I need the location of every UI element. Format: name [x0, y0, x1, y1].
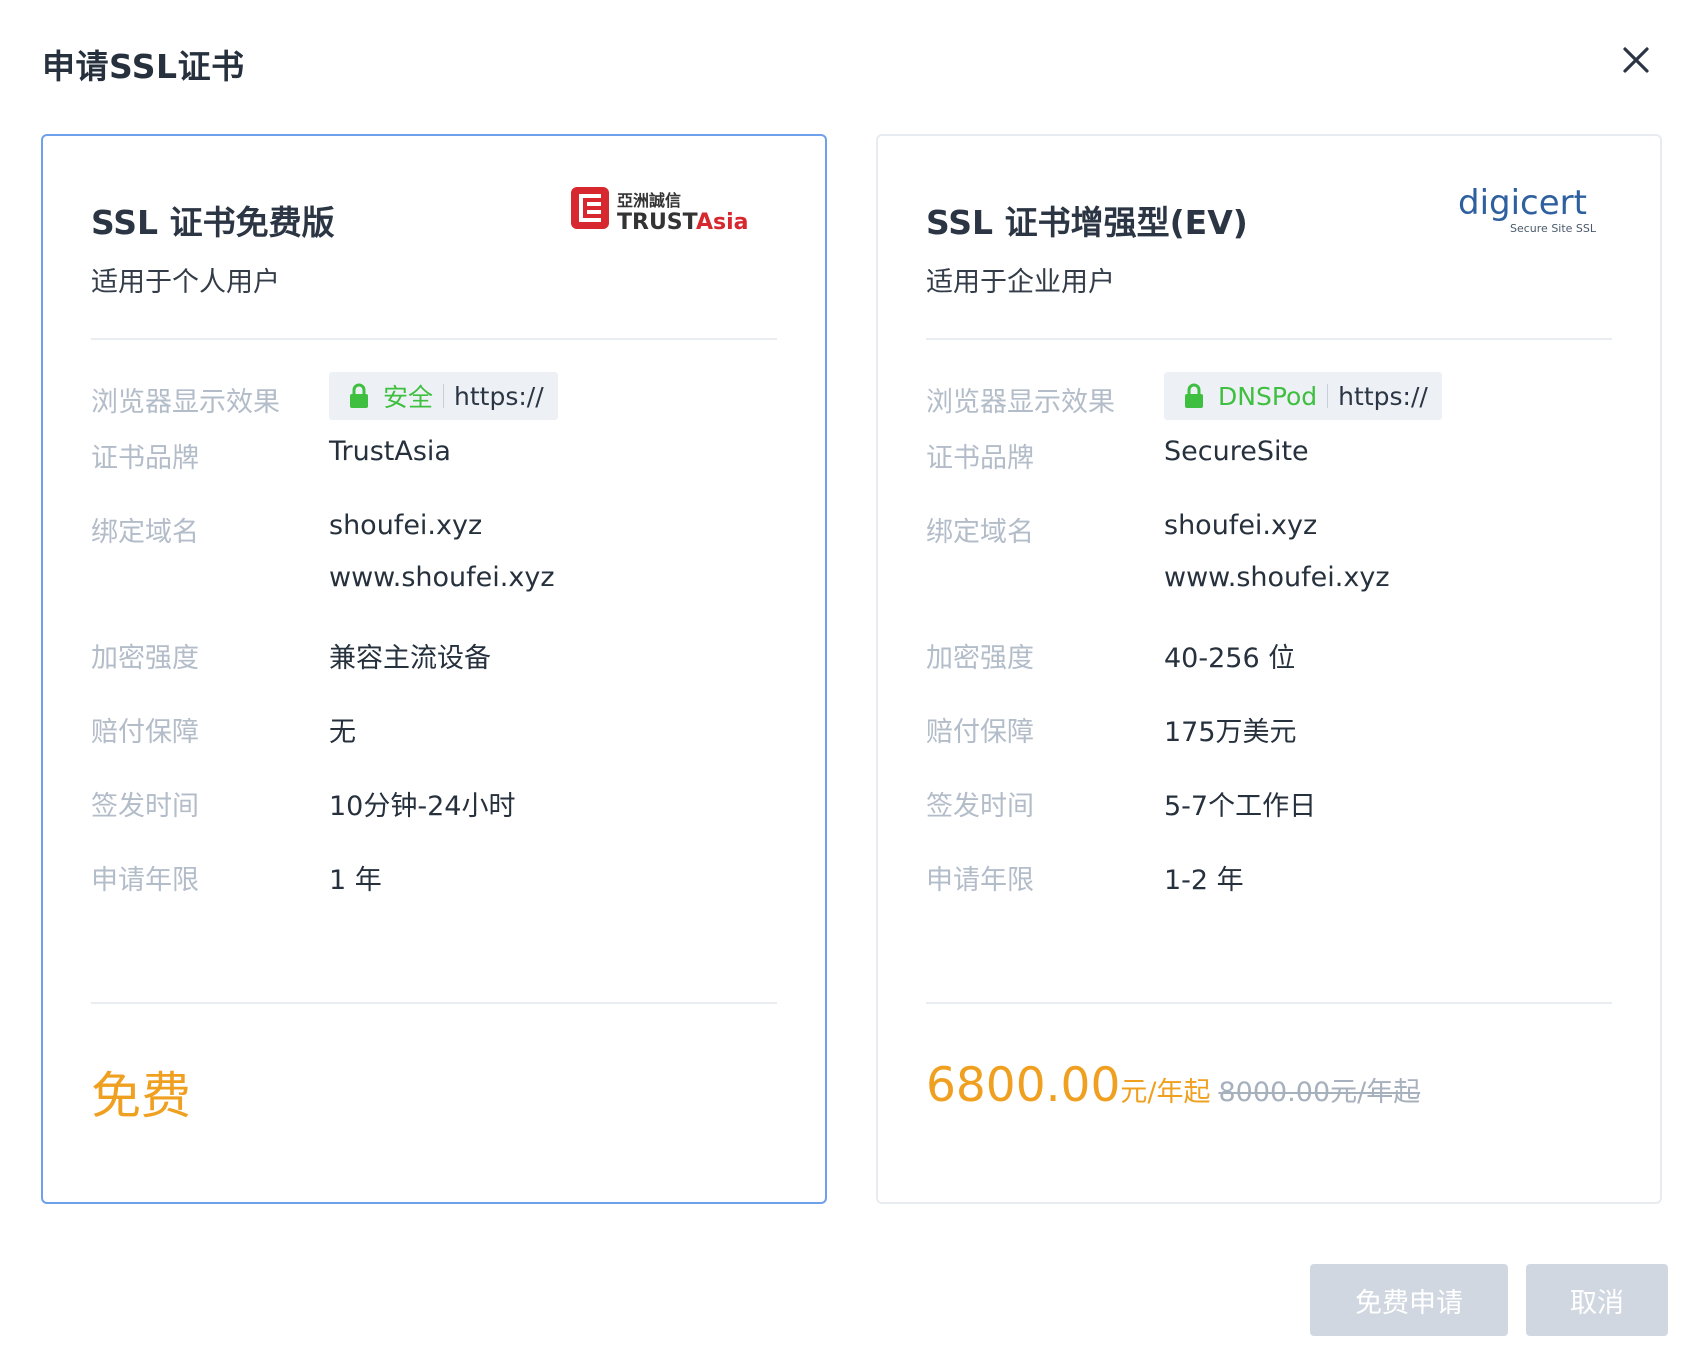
bar-separator [443, 384, 445, 408]
lock-icon [1184, 383, 1204, 409]
price-unit: 元/年起 [1120, 1077, 1211, 1108]
warranty-label: 赔付保障 [91, 717, 199, 748]
encryption-value: 兼容主流设备 [329, 643, 491, 674]
domain-value: www.shoufei.xyz [329, 562, 555, 593]
domain-value: shoufei.xyz [1164, 510, 1318, 541]
browser-address-preview: DNSPod https:// [1164, 372, 1442, 420]
card-divider [91, 1002, 777, 1004]
encryption-label: 加密强度 [926, 643, 1034, 674]
svg-text:Secure Site SSL: Secure Site SSL [1510, 222, 1597, 235]
svg-text:digicert: digicert [1458, 183, 1587, 223]
browser-effect-label: 浏览器显示效果 [926, 387, 1115, 418]
years-value: 1 年 [329, 865, 382, 896]
issue-time-label: 签发时间 [91, 791, 199, 822]
price-free: 免费 [91, 1067, 191, 1125]
browser-effect-label: 浏览器显示效果 [91, 387, 280, 418]
https-label: https:// [454, 381, 544, 411]
price-block: 6800.00 元/年起 8000.00元/年起 [926, 1058, 1420, 1113]
card-ssl-ev[interactable]: SSL 证书增强型(EV) 适用于企业用户 digicert Secure Si… [876, 134, 1662, 1204]
org-label: DNSPod [1218, 381, 1318, 411]
domain-label: 绑定域名 [91, 517, 199, 548]
issue-time-label: 签发时间 [926, 791, 1034, 822]
warranty-value: 175万美元 [1164, 717, 1297, 748]
card-ssl-free[interactable]: SSL 证书免费版 适用于个人用户 亞洲誠信 TRUST Asia 浏览器显示效… [41, 134, 827, 1204]
price-original: 8000.00元/年起 [1218, 1077, 1421, 1108]
domain-value: www.shoufei.xyz [1164, 562, 1390, 593]
card-subtitle: 适用于企业用户 [926, 267, 1115, 298]
svg-text:TRUST: TRUST [617, 210, 698, 235]
card-divider [926, 1002, 1612, 1004]
brand-label: 证书品牌 [91, 443, 199, 474]
bar-separator [1327, 384, 1329, 408]
encryption-value: 40-256 位 [1164, 643, 1296, 674]
digicert-logo: digicert Secure Site SSL [1454, 180, 1614, 236]
card-title: SSL 证书免费版 [91, 203, 335, 242]
card-divider [926, 338, 1612, 340]
card-divider [91, 338, 777, 340]
years-label: 申请年限 [91, 865, 199, 896]
card-title: SSL 证书增强型(EV) [926, 203, 1248, 242]
secure-label: 安全 [383, 383, 434, 412]
domain-value: shoufei.xyz [329, 510, 483, 541]
trustasia-logo: 亞洲誠信 TRUST Asia [569, 184, 769, 236]
browser-address-preview: 安全 https:// [329, 372, 558, 420]
card-subtitle: 适用于个人用户 [91, 267, 280, 298]
price-current: 6800.00 [926, 1058, 1121, 1113]
dialog-title: 申请SSL证书 [42, 47, 245, 86]
encryption-label: 加密强度 [91, 643, 199, 674]
warranty-label: 赔付保障 [926, 717, 1034, 748]
warranty-value: 无 [329, 717, 356, 748]
years-label: 申请年限 [926, 865, 1034, 896]
issue-time-value: 10分钟-24小时 [329, 791, 516, 822]
brand-value: SecureSite [1164, 436, 1309, 467]
https-label: https:// [1338, 381, 1428, 411]
years-value: 1-2 年 [1164, 865, 1244, 896]
close-icon[interactable] [1618, 42, 1654, 78]
cancel-button[interactable]: 取消 [1526, 1264, 1668, 1336]
ssl-apply-dialog: 申请SSL证书 SSL 证书免费版 适用于个人用户 亞洲誠信 TRUST Asi… [0, 0, 1694, 1358]
free-apply-button[interactable]: 免费申请 [1310, 1264, 1508, 1336]
svg-text:亞洲誠信: 亞洲誠信 [617, 191, 681, 210]
svg-text:Asia: Asia [696, 210, 749, 235]
brand-label: 证书品牌 [926, 443, 1034, 474]
brand-value: TrustAsia [329, 436, 451, 467]
issue-time-value: 5-7个工作日 [1164, 791, 1317, 822]
lock-icon [349, 383, 369, 409]
domain-label: 绑定域名 [926, 517, 1034, 548]
